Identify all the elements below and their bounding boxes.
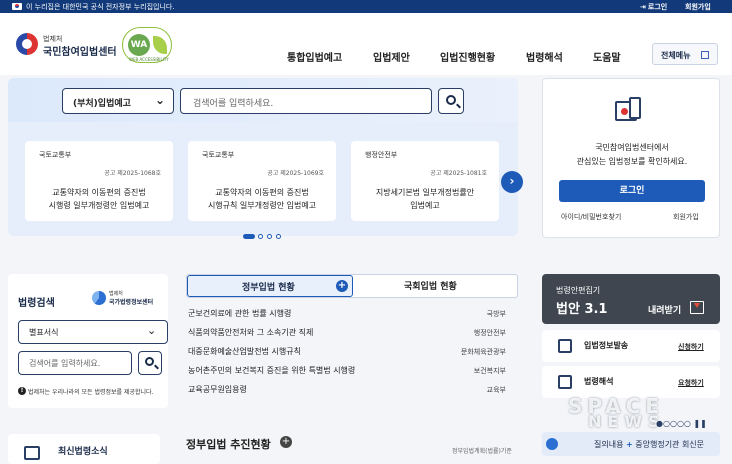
nav-item-progress[interactable]: 입법진행현황 bbox=[440, 49, 495, 64]
nav-item-proposal[interactable]: 입법제안 bbox=[373, 49, 410, 64]
bill-editor-panel: 법령안편집기 법안 3.1 내려받기 bbox=[542, 274, 720, 324]
site-header: 법제처 국민참여입법센터 WA WEB ACCESSIBILITY 통합입법예고… bbox=[0, 13, 732, 75]
notice-title: 교통약자의 이동편의 증진법 시행령 일부개정령안 입법예고 bbox=[48, 188, 150, 210]
recent-laws-box[interactable]: 최신법령소식 bbox=[8, 434, 160, 464]
notice-number: 공고 제2025-1081호 bbox=[430, 170, 487, 177]
info-icon: ! bbox=[18, 387, 26, 395]
request-link[interactable]: 요청하기 bbox=[678, 378, 704, 388]
notice-dept: 국토교통부 bbox=[202, 151, 235, 159]
chevron-right-icon: › bbox=[509, 174, 515, 188]
plus-icon[interactable]: + bbox=[280, 436, 292, 448]
search-button[interactable] bbox=[438, 88, 464, 114]
download-button[interactable]: 내려받기 bbox=[648, 303, 681, 316]
notice-title: 지방세기본법 일부개정법률안 입법예고 bbox=[375, 188, 475, 210]
law-search-box: 법령검색 법제처 국가법령정보센터 별표서식 ⌄ 검색어를 입력하세요. ! 법… bbox=[8, 274, 168, 408]
search-input[interactable]: 검색어를 입력하세요. bbox=[180, 88, 432, 114]
carousel-control-icon[interactable]: ●○○○○ ❚❚ bbox=[656, 419, 720, 429]
notice-dept: 행정안전부 bbox=[365, 151, 398, 159]
mail-document-icon bbox=[558, 339, 572, 353]
progress-title: 정부입법 추진현황 bbox=[186, 438, 271, 451]
leaf-icon bbox=[153, 36, 167, 54]
nav-item-interpretation[interactable]: 법령해석 bbox=[526, 49, 563, 64]
notice-category-select[interactable]: (부처)입법예고 ⌄ bbox=[62, 88, 174, 114]
carousel-dot[interactable] bbox=[267, 234, 272, 239]
law-center-logo-icon bbox=[92, 291, 106, 305]
nav-item-help[interactable]: 도움말 bbox=[593, 49, 621, 64]
chevron-down-icon: ⌄ bbox=[155, 93, 166, 107]
chevron-down-icon: ⌄ bbox=[147, 324, 157, 337]
wa-mark-icon: WA bbox=[128, 34, 150, 56]
gov-notice[interactable]: 이 누리집은 대한민국 공식 전자정부 누리집입니다. bbox=[26, 2, 175, 12]
notice-card[interactable]: 국토교통부 공고 제2025-1069호 교통약자의 이동편의 증진법 시행규칙 … bbox=[188, 141, 336, 221]
web-accessibility-badge: WA WEB ACCESSIBILITY bbox=[122, 27, 172, 63]
top-login-link[interactable]: ⇥ 로그인 bbox=[640, 2, 667, 12]
tab-government-bills[interactable]: 정부입법 현황 + bbox=[187, 275, 353, 297]
carousel-dot[interactable] bbox=[276, 234, 281, 239]
progress-criteria-link[interactable]: 정부입법계획(법률)기준 bbox=[452, 446, 512, 455]
chat-icon bbox=[546, 438, 558, 450]
gov-topbar: 이 누리집은 대한민국 공식 전자정부 누리집입니다. ⇥ 로그인 회원가입 bbox=[0, 0, 732, 13]
law-search-button[interactable] bbox=[138, 351, 162, 375]
taegeuk-flag-icon bbox=[12, 3, 22, 10]
login-icon: ⇥ bbox=[640, 3, 646, 11]
law-search-title: 법령검색 bbox=[18, 298, 55, 309]
nav-item-integrated-notice[interactable]: 통합입법예고 bbox=[287, 49, 342, 64]
carousel-dot[interactable] bbox=[258, 234, 263, 239]
law-type-select[interactable]: 별표서식 ⌄ bbox=[18, 320, 168, 344]
table-row[interactable]: 대중문화예술산업발전법 시행규칙 문화체육관광부 bbox=[188, 346, 506, 360]
table-row[interactable]: 식품의약품안전처와 그 소속기관 직제 행정안전부 bbox=[188, 327, 506, 341]
search-icon bbox=[145, 357, 154, 366]
law-info-center-logo[interactable]: 법제처 국가법령정보센터 bbox=[92, 290, 168, 308]
inquiry-bar[interactable]: 질의내용 + 중앙행정기관 회신문 bbox=[542, 432, 720, 456]
table-row[interactable]: 교육공무원임용령 교육부 bbox=[188, 384, 506, 398]
service-card-info-send: 입법정보발송 신청하기 bbox=[542, 330, 720, 362]
notice-title: 교통약자의 이동편의 증진법 시행규칙 일부개정령안 입법예고 bbox=[207, 188, 317, 210]
find-account-link[interactable]: 아이디/비밀번호찾기 bbox=[561, 212, 621, 222]
login-message: 국민참여입법센터에서 관심있는 입법정보를 확인하세요. bbox=[576, 143, 688, 166]
carousel-dot-active[interactable] bbox=[243, 234, 255, 239]
bill-editor-version: 법안 3.1 bbox=[556, 302, 608, 317]
carousel-next-button[interactable]: › bbox=[501, 171, 523, 193]
table-row[interactable]: 농어촌주민의 보건복지 증진을 위한 특별법 시행령 보건복지부 bbox=[188, 365, 506, 379]
table-row[interactable]: 군보건의료에 관한 법률 시행령 국방부 bbox=[188, 308, 506, 322]
wa-caption: WEB ACCESSIBILITY bbox=[129, 57, 169, 62]
newspaper-icon bbox=[24, 446, 40, 460]
moleg-logo-icon[interactable] bbox=[16, 33, 38, 55]
law-search-note: 법제처는 우리나라의 모든 법령정보를 제공합니다. bbox=[28, 389, 154, 396]
plus-icon[interactable]: + bbox=[336, 280, 348, 292]
download-icon[interactable] bbox=[690, 301, 704, 314]
tab-assembly-bills[interactable]: 국회입법 현황 bbox=[404, 279, 457, 292]
book-icon bbox=[558, 375, 572, 389]
document-phone-icon bbox=[615, 97, 643, 125]
join-link[interactable]: 회원가입 bbox=[673, 212, 699, 222]
logo-site-name[interactable]: 국민참여입법센터 bbox=[43, 43, 117, 58]
notice-number: 공고 제2025-1069호 bbox=[267, 170, 324, 177]
notice-card[interactable]: 행정안전부 공고 제2025-1081호 지방세기본법 일부개정법률안 입법예고 bbox=[351, 141, 499, 221]
all-menu-button[interactable]: 전체메뉴 bbox=[652, 43, 718, 65]
notice-dept: 국토교통부 bbox=[39, 151, 72, 159]
notice-card[interactable]: 국토교통부 공고 제2025-1068호 교통약자의 이동편의 증진법 시행령 일… bbox=[25, 141, 173, 221]
search-icon bbox=[446, 95, 456, 105]
notice-number: 공고 제2025-1068호 bbox=[104, 170, 161, 177]
login-button[interactable]: 로그인 bbox=[559, 180, 705, 202]
grid-icon bbox=[701, 51, 709, 59]
apply-link[interactable]: 신청하기 bbox=[678, 342, 704, 352]
top-join-link[interactable]: 회원가입 bbox=[685, 2, 711, 12]
bill-editor-label: 법령안편집기 bbox=[556, 286, 601, 295]
login-card: 국민참여입법센터에서 관심있는 입법정보를 확인하세요. 로그인 아이디/비밀번호… bbox=[542, 78, 720, 238]
law-search-input[interactable]: 검색어를 입력하세요. bbox=[18, 351, 132, 375]
